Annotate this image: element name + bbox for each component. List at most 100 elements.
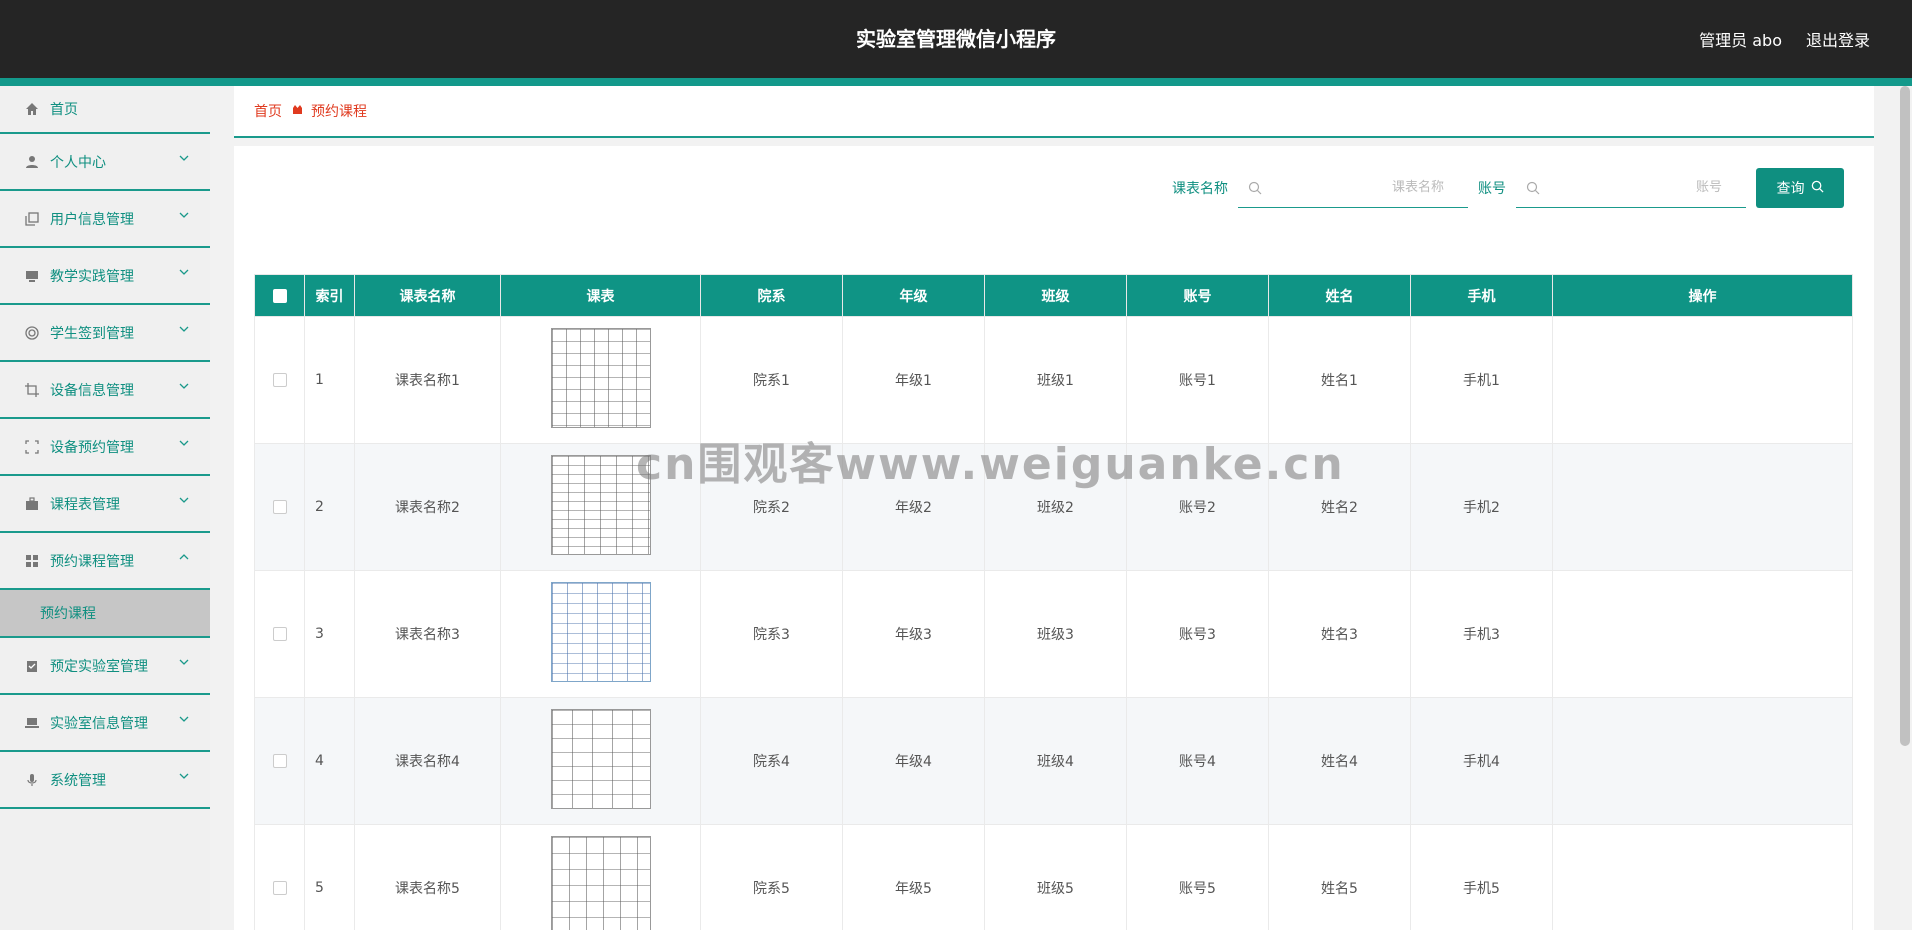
search-icon: [1811, 180, 1824, 197]
home-icon: [24, 101, 40, 117]
crop-icon: [24, 382, 40, 398]
breadcrumb-separator-icon: [292, 104, 303, 118]
sidebar-item-lab-reservation[interactable]: 预定实验室管理: [0, 638, 210, 695]
col-header-actions: 操作: [1552, 274, 1853, 317]
row-select-cell: [254, 570, 305, 698]
sidebar-item-label: 设备预约管理: [50, 439, 134, 456]
department-cell: 院系3: [700, 570, 843, 698]
sidebar-item-booked-course[interactable]: 预约课程管理: [0, 533, 210, 590]
timetable-cell: [500, 443, 701, 571]
chevron-down-icon: [178, 380, 190, 392]
sidebar-item-home[interactable]: 首页: [0, 86, 210, 134]
grade-cell: 年级5: [842, 824, 985, 930]
timetable-thumbnail[interactable]: [550, 328, 651, 428]
course-name-input[interactable]: [1238, 168, 1468, 207]
timetable-cell: [500, 824, 701, 930]
row-checkbox[interactable]: [272, 627, 287, 641]
top-bar-accent-line: [0, 78, 1912, 86]
row-select-cell: [254, 697, 305, 825]
name-cell: 姓名2: [1268, 443, 1411, 571]
sidebar-item-label: 预约课程管理: [50, 553, 134, 570]
table-row: 3 课表名称3 院系3 年级3 班级3 账号3 姓名3 手机3: [254, 570, 1853, 698]
copy-icon: [24, 211, 40, 227]
name-cell: 姓名3: [1268, 570, 1411, 698]
actions-cell: [1552, 443, 1853, 571]
course-name-cell: 课表名称2: [354, 443, 501, 571]
grid-icon: [24, 553, 40, 569]
target-icon: [24, 325, 40, 341]
col-header-class: 班级: [984, 274, 1127, 317]
class-cell: 班级4: [984, 697, 1127, 825]
sidebar-item-label: 设备信息管理: [50, 382, 134, 399]
mic-icon: [24, 772, 40, 788]
chevron-up-icon: [178, 551, 190, 563]
index-cell: 4: [304, 697, 355, 825]
row-checkbox[interactable]: [272, 754, 287, 768]
sidebar-item-checkin[interactable]: 学生签到管理: [0, 305, 210, 362]
page-scrollbar[interactable]: [1900, 86, 1910, 746]
user-area: 管理员 abo 退出登录: [1699, 0, 1870, 78]
breadcrumb-current: 预约课程: [311, 104, 367, 120]
sidebar-item-label: 教学实践管理: [50, 268, 134, 285]
sidebar: 首页 个人中心 用户信息管理 教学实践管理 学生签到管理 设备信息管理 设备预约…: [0, 86, 210, 930]
row-checkbox[interactable]: [272, 881, 287, 895]
row-checkbox[interactable]: [272, 500, 287, 514]
account-input[interactable]: [1516, 168, 1746, 207]
timetable-thumbnail[interactable]: [550, 582, 651, 682]
breadcrumb-home[interactable]: 首页: [254, 101, 282, 121]
sidebar-item-user-info[interactable]: 用户信息管理: [0, 191, 210, 248]
timetable-thumbnail[interactable]: [550, 455, 651, 555]
row-select-cell: [254, 316, 305, 444]
phone-cell: 手机5: [1410, 824, 1553, 930]
laptop-icon: [24, 715, 40, 731]
table-header-row: 索引 课表名称 课表 院系 年级 班级 账号 姓名 手机 操作: [254, 274, 1853, 317]
app-title: 实验室管理微信小程序: [856, 27, 1056, 51]
sidebar-item-lab-info[interactable]: 实验室信息管理: [0, 695, 210, 752]
course-name-cell: 课表名称4: [354, 697, 501, 825]
sidebar-item-label: 系统管理: [50, 772, 106, 789]
chevron-down-icon: [178, 209, 190, 221]
account-search-box: [1516, 168, 1746, 208]
col-header-grade: 年级: [842, 274, 985, 317]
table-row: 1 课表名称1 院系1 年级1 班级1 账号1 姓名1 手机1: [254, 316, 1853, 444]
row-checkbox[interactable]: [272, 373, 287, 387]
chevron-down-icon: [178, 770, 190, 782]
search-form: 课表名称 账号 查询: [1172, 168, 1844, 208]
index-cell: 3: [304, 570, 355, 698]
search-label-account: 账号: [1478, 181, 1506, 197]
chevron-down-icon: [178, 713, 190, 725]
timetable-thumbnail[interactable]: [550, 709, 651, 809]
course-name-cell: 课表名称1: [354, 316, 501, 444]
sidebar-item-timetable[interactable]: 课程表管理: [0, 476, 210, 533]
briefcase-icon: [24, 496, 40, 512]
index-cell: 1: [304, 316, 355, 444]
query-button[interactable]: 查询: [1756, 168, 1844, 208]
sidebar-item-teaching[interactable]: 教学实践管理: [0, 248, 210, 305]
sidebar-subitem-booked-course[interactable]: 预约课程: [0, 590, 210, 638]
class-cell: 班级3: [984, 570, 1127, 698]
logout-link[interactable]: 退出登录: [1806, 27, 1870, 51]
department-cell: 院系1: [700, 316, 843, 444]
chevron-down-icon: [178, 266, 190, 278]
table-row: 2 课表名称2 院系2 年级2 班级2 账号2 姓名2 手机2: [254, 443, 1853, 571]
select-all-checkbox[interactable]: [272, 288, 287, 303]
name-cell: 姓名4: [1268, 697, 1411, 825]
phone-cell: 手机1: [1410, 316, 1553, 444]
actions-cell: [1552, 316, 1853, 444]
account-cell: 账号5: [1126, 824, 1269, 930]
timetable-thumbnail[interactable]: [550, 836, 651, 930]
name-cell: 姓名1: [1268, 316, 1411, 444]
col-header-course-name: 课表名称: [354, 274, 501, 317]
sidebar-item-device-booking[interactable]: 设备预约管理: [0, 419, 210, 476]
monitor-icon: [24, 268, 40, 284]
sidebar-item-personal-center[interactable]: 个人中心: [0, 134, 210, 191]
timetable-cell: [500, 570, 701, 698]
sidebar-item-system[interactable]: 系统管理: [0, 752, 210, 809]
sidebar-item-device-info[interactable]: 设备信息管理: [0, 362, 210, 419]
row-select-cell: [254, 824, 305, 930]
index-cell: 2: [304, 443, 355, 571]
phone-cell: 手机4: [1410, 697, 1553, 825]
timetable-cell: [500, 316, 701, 444]
account-cell: 账号1: [1126, 316, 1269, 444]
breadcrumb: 首页 预约课程: [234, 86, 1874, 138]
